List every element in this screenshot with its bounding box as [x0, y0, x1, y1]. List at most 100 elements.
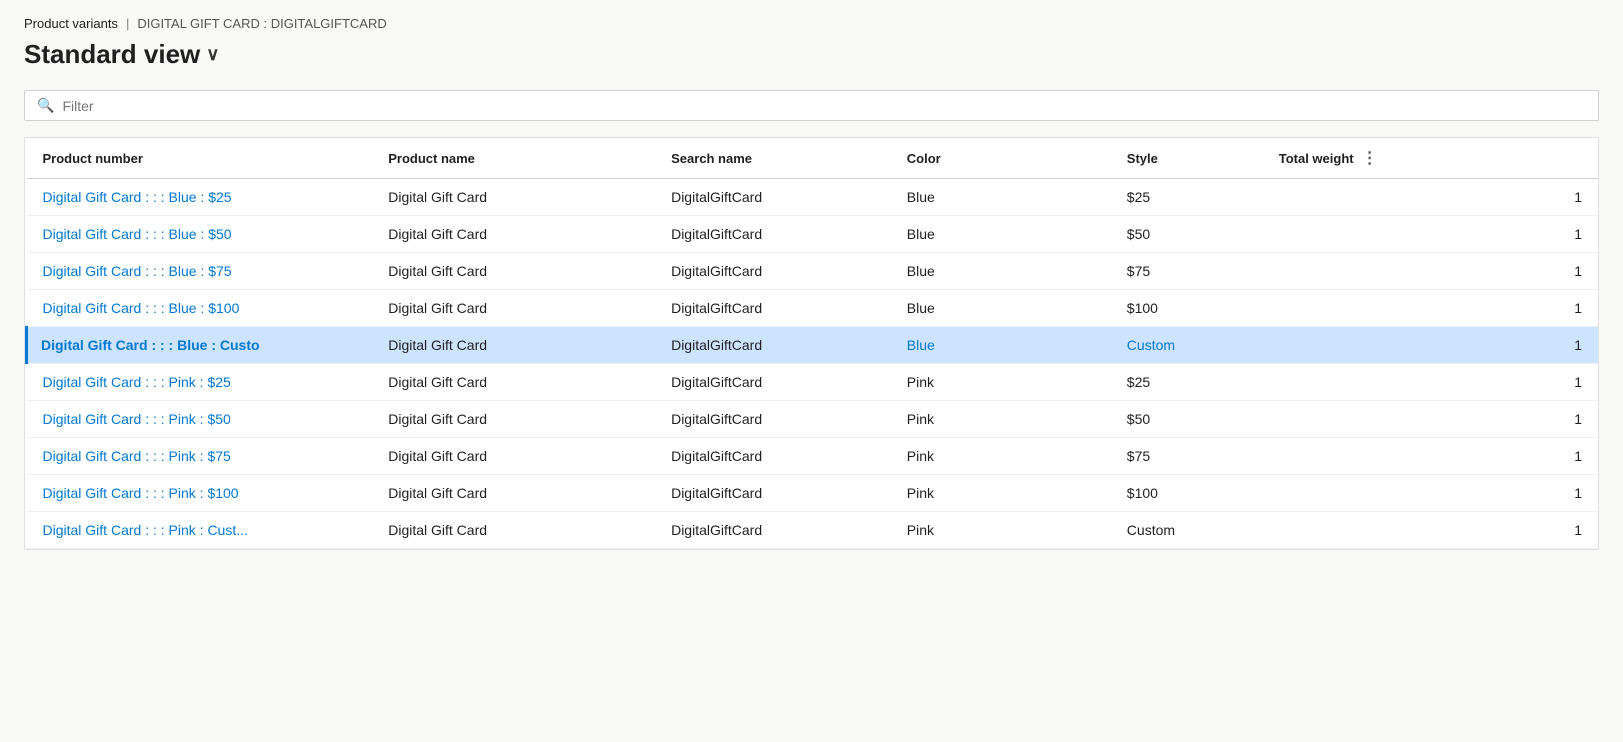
- cell-product-name: Digital Gift Card: [372, 327, 655, 364]
- product-number-link[interactable]: Digital Gift Card : : : Pink : $25: [43, 374, 231, 390]
- cell-total-weight: 1: [1362, 216, 1598, 253]
- th-total-weight: Total weight ⋮: [1362, 138, 1397, 178]
- table-row[interactable]: Digital Gift Card : : : Pink : $25 Digita…: [27, 364, 1599, 401]
- cell-search-name: DigitalGiftCard: [655, 179, 891, 216]
- cell-product-name: Digital Gift Card: [372, 364, 655, 401]
- cell-color: Pink: [891, 364, 1111, 401]
- product-number-link[interactable]: Digital Gift Card : : : Pink : $50: [43, 411, 231, 427]
- table-row[interactable]: Digital Gift Card : : : Pink : $50 Digita…: [27, 401, 1599, 438]
- cell-color: Blue: [891, 290, 1111, 327]
- th-product-name: Product name: [372, 138, 655, 179]
- cell-search-name: DigitalGiftCard: [655, 475, 891, 512]
- cell-search-name: DigitalGiftCard: [655, 290, 891, 327]
- breadcrumb-item-2: DIGITAL GIFT CARD : DIGITALGIFTCARD: [137, 16, 386, 31]
- product-number-link[interactable]: Digital Gift Card : : : Blue : $100: [43, 300, 240, 316]
- cell-search-name: DigitalGiftCard: [655, 216, 891, 253]
- cell-style: $75: [1111, 438, 1362, 475]
- cell-total-weight: 1: [1362, 179, 1598, 216]
- table-row[interactable]: Digital Gift Card : : : Blue : $100 Digit…: [27, 290, 1599, 327]
- cell-product-name: Digital Gift Card: [372, 512, 655, 549]
- cell-product-name: Digital Gift Card: [372, 401, 655, 438]
- cell-product-number: Digital Gift Card : : : Pink : $100: [27, 475, 373, 512]
- cell-color: Pink: [891, 401, 1111, 438]
- product-number-link[interactable]: Digital Gift Card : : : Blue : $50: [43, 226, 232, 242]
- table-row[interactable]: Digital Gift Card : : : Blue : $25 Digita…: [27, 179, 1599, 216]
- table-row[interactable]: Digital Gift Card : : : Pink : Cust... Di…: [27, 512, 1599, 549]
- chevron-down-icon[interactable]: ∨: [206, 44, 219, 65]
- variants-table: Product number Product name Search name …: [25, 138, 1598, 549]
- cell-color: Pink: [891, 475, 1111, 512]
- cell-product-number: Digital Gift Card : : : Blue : $75: [27, 253, 373, 290]
- table-row[interactable]: Digital Gift Card : : : Blue : $50 Digita…: [27, 216, 1599, 253]
- product-number-link[interactable]: Digital Gift Card : : : Blue : Custo: [41, 337, 260, 353]
- cell-total-weight: 1: [1362, 290, 1598, 327]
- product-number-link[interactable]: Digital Gift Card : : : Blue : $75: [43, 263, 232, 279]
- cell-product-number: Digital Gift Card : : : Pink : $25: [27, 364, 373, 401]
- cell-product-name: Digital Gift Card: [372, 179, 655, 216]
- cell-search-name: DigitalGiftCard: [655, 512, 891, 549]
- variants-table-wrapper: Product number Product name Search name …: [24, 137, 1599, 550]
- page-title: Standard view ∨: [24, 39, 1599, 70]
- cell-style: Custom: [1111, 512, 1362, 549]
- cell-color: Blue: [891, 327, 1111, 364]
- cell-total-weight: 1: [1362, 327, 1598, 364]
- product-number-link[interactable]: Digital Gift Card : : : Pink : $75: [43, 448, 231, 464]
- cell-product-name: Digital Gift Card: [372, 290, 655, 327]
- cell-product-name: Digital Gift Card: [372, 475, 655, 512]
- page-container: Product variants | DIGITAL GIFT CARD : D…: [0, 0, 1623, 566]
- filter-bar: 🔍: [24, 90, 1599, 121]
- cell-total-weight: 1: [1362, 438, 1598, 475]
- product-number-link[interactable]: Digital Gift Card : : : Pink : $100: [43, 485, 239, 501]
- table-body: Digital Gift Card : : : Blue : $25 Digita…: [27, 179, 1599, 549]
- cell-product-number: Digital Gift Card : : : Blue : $100: [27, 290, 373, 327]
- cell-product-name: Digital Gift Card: [372, 216, 655, 253]
- cell-style: $25: [1111, 364, 1362, 401]
- cell-total-weight: 1: [1362, 364, 1598, 401]
- cell-total-weight: 1: [1362, 512, 1598, 549]
- product-number-link[interactable]: Digital Gift Card : : : Pink : Cust...: [43, 522, 248, 538]
- cell-search-name: DigitalGiftCard: [655, 401, 891, 438]
- cell-color: Pink: [891, 438, 1111, 475]
- cell-product-name: Digital Gift Card: [372, 253, 655, 290]
- cell-product-number: Digital Gift Card : : : Pink : $75: [27, 438, 373, 475]
- cell-color: Blue: [891, 216, 1111, 253]
- cell-search-name: DigitalGiftCard: [655, 438, 891, 475]
- cell-style: $100: [1111, 290, 1362, 327]
- th-product-number: Product number: [27, 138, 373, 179]
- cell-product-number: Digital Gift Card : : : Blue : Custo: [27, 327, 373, 364]
- cell-total-weight: 1: [1362, 401, 1598, 438]
- table-row[interactable]: Digital Gift Card : : : Blue : $75 Digita…: [27, 253, 1599, 290]
- table-row[interactable]: Digital Gift Card : : : Pink : $100 Digit…: [27, 475, 1599, 512]
- cell-color: Pink: [891, 512, 1111, 549]
- cell-search-name: DigitalGiftCard: [655, 253, 891, 290]
- cell-search-name: DigitalGiftCard: [655, 327, 891, 364]
- breadcrumb-item-1[interactable]: Product variants: [24, 16, 118, 31]
- cell-product-number: Digital Gift Card : : : Pink : $50: [27, 401, 373, 438]
- cell-style: Custom: [1111, 327, 1362, 364]
- cell-total-weight: 1: [1362, 475, 1598, 512]
- cell-color: Blue: [891, 253, 1111, 290]
- cell-product-number: Digital Gift Card : : : Blue : $50: [27, 216, 373, 253]
- cell-style: $75: [1111, 253, 1362, 290]
- cell-total-weight: 1: [1362, 253, 1598, 290]
- breadcrumb-separator: |: [126, 16, 129, 31]
- page-title-text: Standard view: [24, 39, 200, 70]
- table-row[interactable]: Digital Gift Card : : : Pink : $75 Digita…: [27, 438, 1599, 475]
- breadcrumb: Product variants | DIGITAL GIFT CARD : D…: [24, 16, 1599, 31]
- cell-product-number: Digital Gift Card : : : Blue : $25: [27, 179, 373, 216]
- filter-input[interactable]: [62, 98, 1586, 114]
- column-options-icon[interactable]: ⋮: [1358, 148, 1382, 168]
- cell-color: Blue: [891, 179, 1111, 216]
- table-row[interactable]: Digital Gift Card : : : Blue : Custo Digi…: [27, 327, 1599, 364]
- search-icon: 🔍: [37, 97, 54, 114]
- product-number-link[interactable]: Digital Gift Card : : : Blue : $25: [43, 189, 232, 205]
- cell-style: $100: [1111, 475, 1362, 512]
- cell-product-name: Digital Gift Card: [372, 438, 655, 475]
- table-header-row: Product number Product name Search name …: [27, 138, 1599, 179]
- th-search-name: Search name: [655, 138, 891, 179]
- cell-product-number: Digital Gift Card : : : Pink : Cust...: [27, 512, 373, 549]
- cell-style: $50: [1111, 216, 1362, 253]
- th-color: Color: [891, 138, 1111, 179]
- cell-style: $25: [1111, 179, 1362, 216]
- cell-style: $50: [1111, 401, 1362, 438]
